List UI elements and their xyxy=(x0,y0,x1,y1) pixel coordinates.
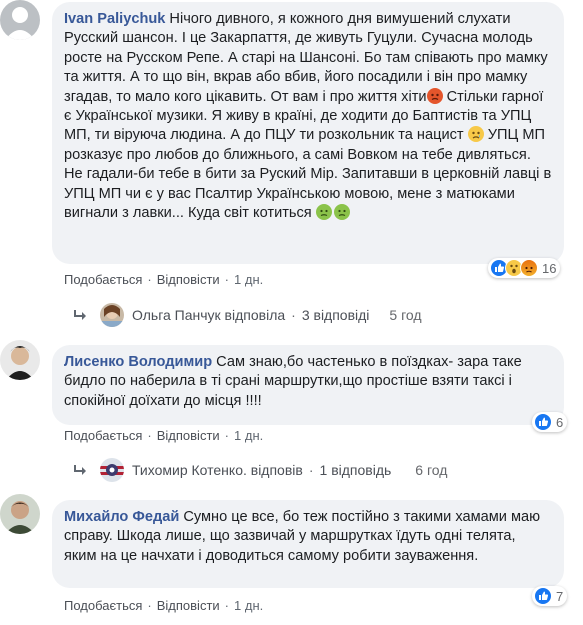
reply-button[interactable]: Відповісти xyxy=(157,272,220,287)
avatar xyxy=(100,303,124,327)
sad-face-emoji xyxy=(467,126,484,143)
avatar[interactable] xyxy=(0,0,40,40)
reply-button[interactable]: Відповісти xyxy=(157,598,220,613)
avatar xyxy=(100,458,124,482)
reply-button[interactable]: Відповісти xyxy=(157,428,220,443)
reply-author: Ольга Панчук відповіла xyxy=(132,307,286,323)
comment-author[interactable]: Ivan Paliychuk xyxy=(64,11,165,27)
comment-actions: Подобається · Відповісти · 1 дн. xyxy=(64,272,264,287)
reply-arrow-icon xyxy=(74,310,86,320)
comment-actions: Подобається · Відповісти · 1 дн. xyxy=(64,428,264,443)
comment-author[interactable]: Лисенко Володимир xyxy=(64,354,212,370)
comment-bubble: Лисенко Володимир Сам знаю,бо частенько в… xyxy=(52,345,564,425)
reply-time: 5 год xyxy=(389,307,422,323)
reaction-count: 16 xyxy=(542,260,557,276)
like-reaction xyxy=(534,413,552,431)
nauseated-face-emoji xyxy=(333,204,350,221)
reply-count: 1 відповідь xyxy=(319,462,392,478)
like-button[interactable]: Подобається xyxy=(64,428,142,443)
comment-bubble: Ivan Paliychuk Нічого дивного, я кожного … xyxy=(52,2,564,264)
angry-face-emoji xyxy=(426,87,443,104)
comment-author[interactable]: Михайло Федай xyxy=(64,509,179,525)
reply-time: 6 год xyxy=(415,462,448,478)
reply-arrow-icon xyxy=(74,465,86,475)
comment-actions: Подобається · Відповісти · 1 дн. xyxy=(64,598,264,613)
angry-reaction xyxy=(520,259,538,277)
reaction-summary[interactable]: 6 xyxy=(532,412,568,432)
comment-bubble: Михайло Федай Сумно це все, бо теж постій… xyxy=(52,500,564,588)
reaction-summary[interactable]: 7 xyxy=(532,586,568,606)
view-replies[interactable]: Тихомир Котенко. відповів · 1 відповідь 6 г… xyxy=(72,458,447,482)
reply-author: Тихомир Котенко. відповів xyxy=(132,462,303,478)
avatar[interactable] xyxy=(0,494,40,534)
comment-timestamp[interactable]: 1 дн. xyxy=(234,272,263,287)
comment-timestamp[interactable]: 1 дн. xyxy=(234,428,263,443)
reaction-count: 7 xyxy=(556,588,564,604)
nauseated-face-emoji xyxy=(315,204,332,221)
view-replies[interactable]: Ольга Панчук відповіла · 3 відповіді 5 год xyxy=(72,303,422,327)
like-button[interactable]: Подобається xyxy=(64,272,142,287)
reaction-count: 6 xyxy=(556,414,564,430)
reaction-summary[interactable]: 16 xyxy=(488,258,561,278)
comment-timestamp[interactable]: 1 дн. xyxy=(234,598,263,613)
avatar[interactable] xyxy=(0,340,40,380)
like-reaction xyxy=(534,587,552,605)
reply-count: 3 відповіді xyxy=(301,307,370,323)
like-button[interactable]: Подобається xyxy=(64,598,142,613)
